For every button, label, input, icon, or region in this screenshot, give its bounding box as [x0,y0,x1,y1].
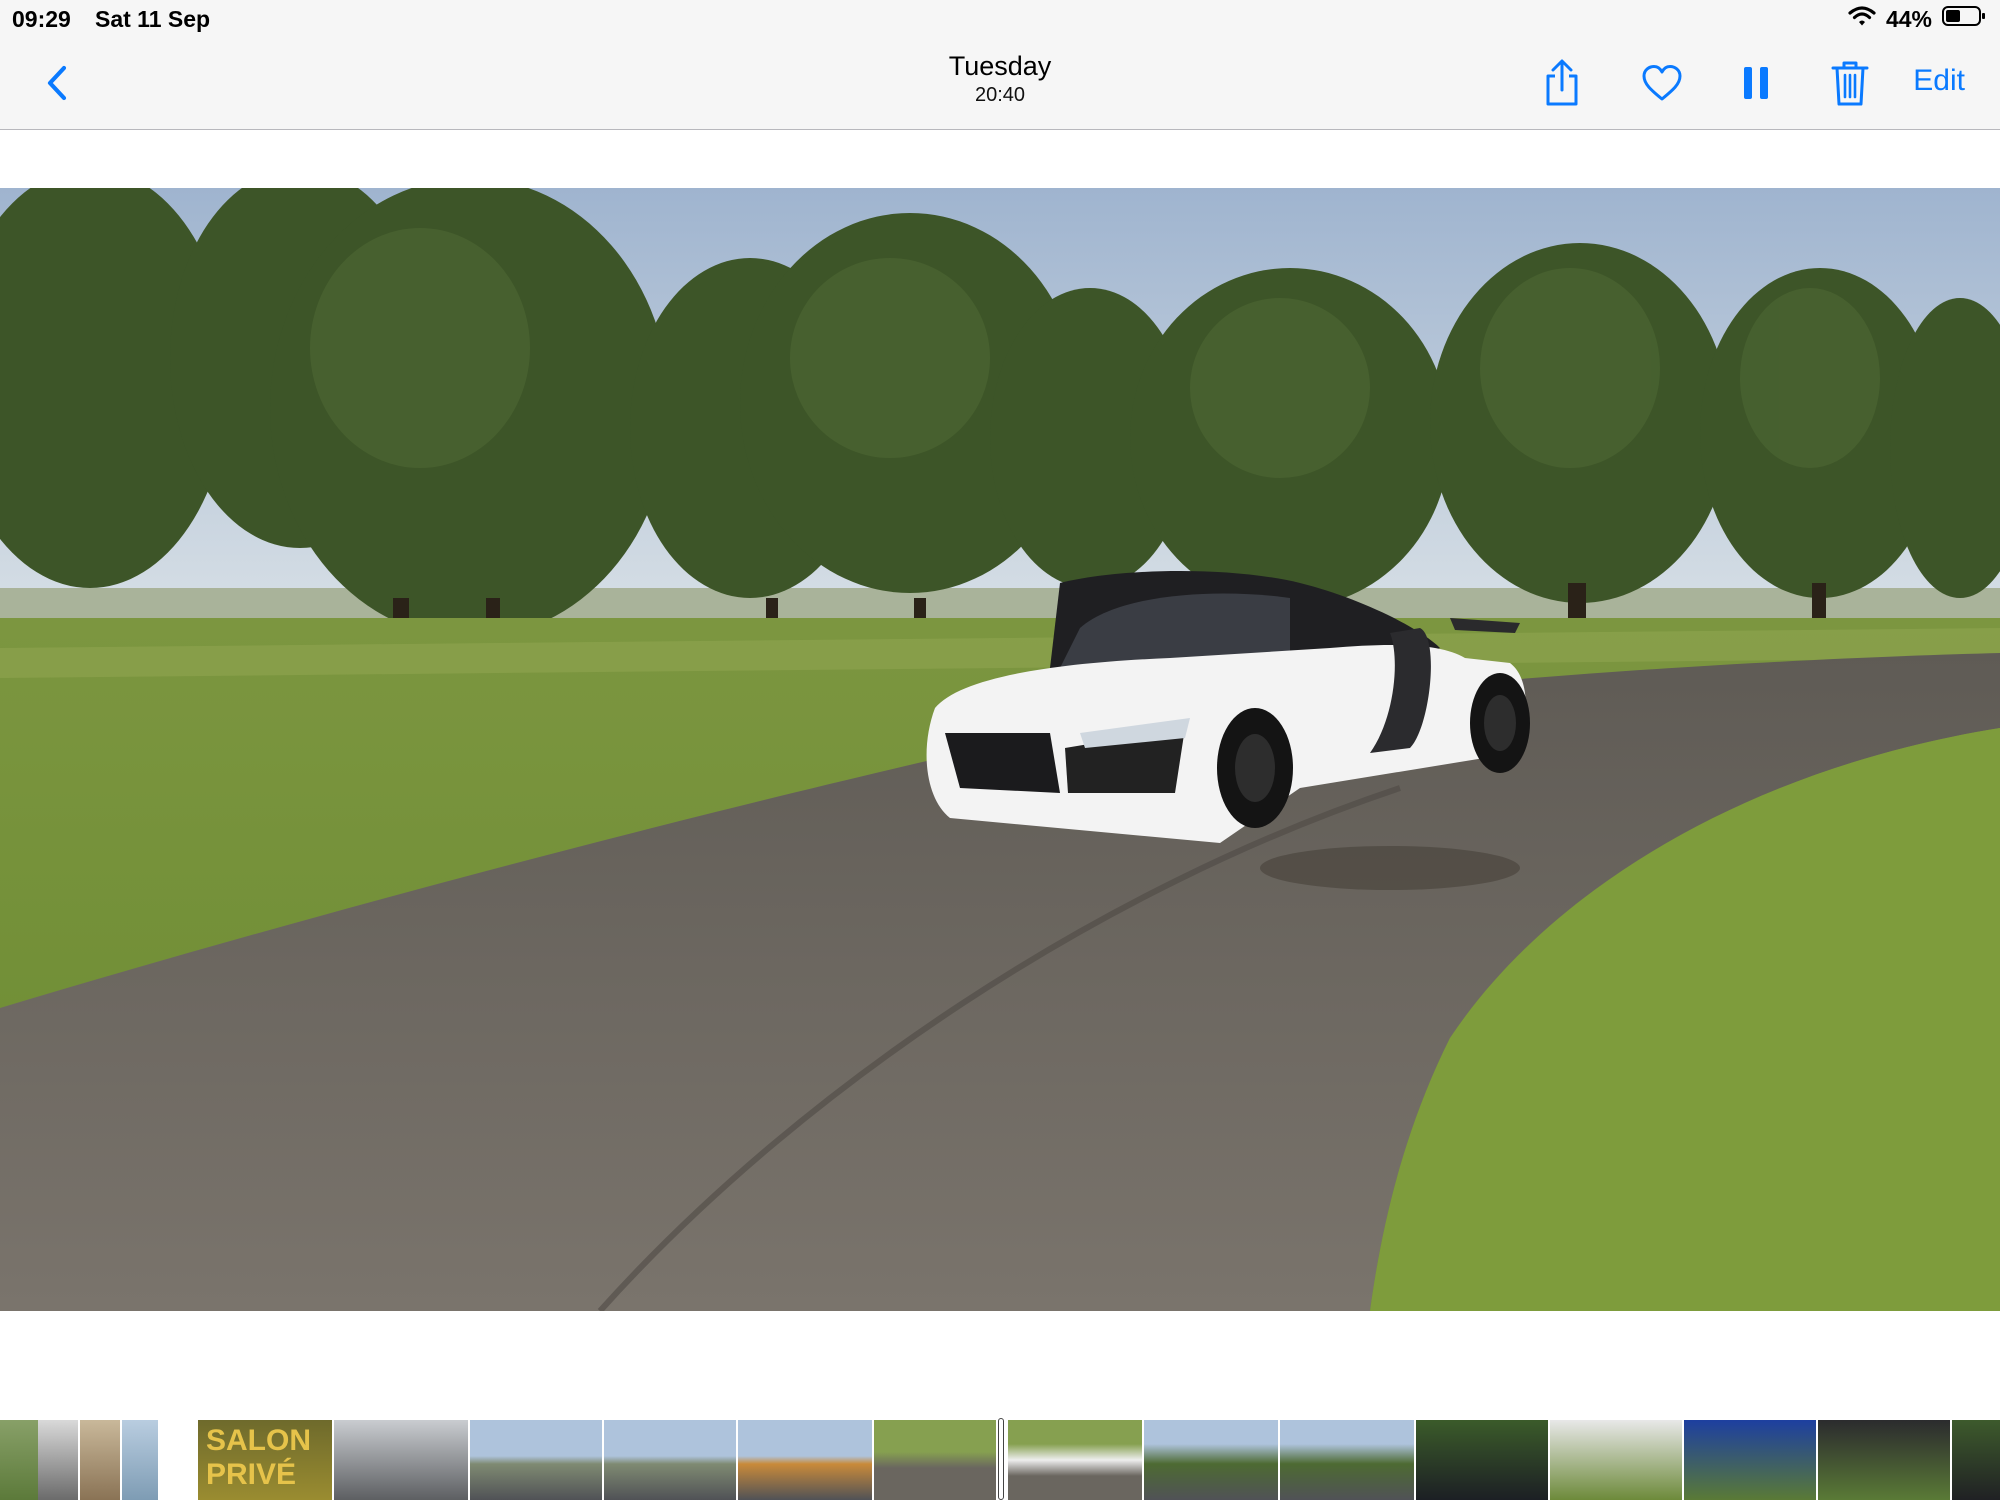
status-date: Sat 11 Sep [95,6,211,32]
thumbnail[interactable] [738,1420,872,1500]
photo-scene [0,188,2000,1311]
playhead-scrubber[interactable] [998,1418,1004,1500]
thumbnail[interactable] [38,1420,78,1500]
share-button[interactable] [1540,58,1584,108]
delete-button[interactable] [1830,58,1870,108]
thumbnail[interactable] [470,1420,602,1500]
status-time: 09:29 [12,6,71,32]
heart-icon [1642,65,1682,101]
thumbnail[interactable] [122,1420,158,1500]
status-bar: 09:29 Sat 11 Sep 44% [0,0,2000,38]
trash-icon [1831,61,1869,106]
thumbnail[interactable] [1416,1420,1548,1500]
thumbnail-text: SALON PRIVÉ [206,1424,311,1491]
page-title: Tuesday [948,51,1052,81]
thumbnail[interactable] [1008,1420,1142,1500]
thumbnail[interactable] [334,1420,468,1500]
pause-icon [1744,67,1768,99]
main-photo[interactable] [0,188,2000,1311]
photo-nav-bar: Tuesday 20:40 Edit [0,38,2000,130]
wifi-icon [1848,5,1876,33]
thumbnail[interactable] [1684,1420,1816,1500]
thumbnail[interactable] [1280,1420,1414,1500]
thumbnail[interactable] [80,1420,120,1500]
title-block: Tuesday 20:40 [0,50,2000,108]
battery-icon [1942,5,1986,33]
page-subtitle: 20:40 [974,84,1026,106]
favourite-button[interactable] [1640,58,1684,108]
thumbnail[interactable] [1952,1420,2000,1500]
thumbnail[interactable] [1818,1420,1950,1500]
thumbnail[interactable] [0,1420,38,1500]
thumbnail[interactable] [1550,1420,1682,1500]
thumbnail[interactable] [604,1420,736,1500]
status-indicators: 44% [1848,5,1986,33]
share-icon [1546,59,1578,106]
battery-percent: 44% [1885,5,1932,32]
thumbnail[interactable]: SALON PRIVÉ [198,1420,332,1500]
thumbnail[interactable] [874,1420,996,1500]
thumbnail[interactable] [1144,1420,1278,1500]
pause-button[interactable] [1740,58,1772,108]
filmstrip[interactable]: SALON PRIVÉ [0,1418,2000,1500]
edit-button[interactable]: Edit [1913,64,1965,98]
